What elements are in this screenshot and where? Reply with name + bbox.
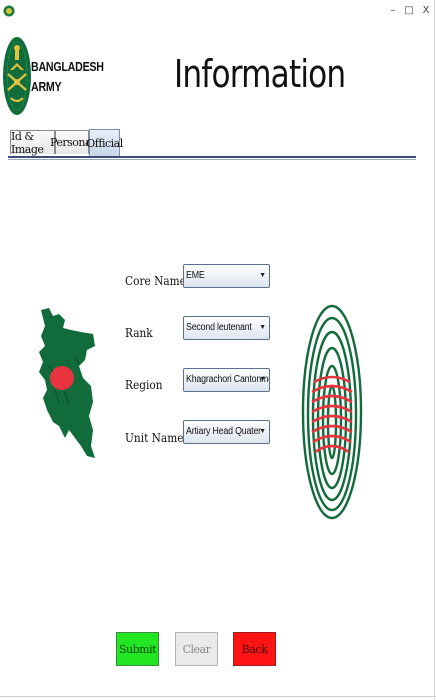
application-window: – □ X BANGLADESH ARMY Information Id & I… <box>0 0 436 700</box>
rank-select[interactable]: Second leutenant ▼ <box>183 316 270 340</box>
rank-value: Second leutenant <box>186 322 252 333</box>
clear-button[interactable]: Clear <box>175 632 218 666</box>
region-value: Khagrachori Cantonment <box>186 374 269 385</box>
core-name-select[interactable]: EME ▼ <box>183 264 270 288</box>
page-title: Information <box>174 52 346 96</box>
chevron-down-icon: ▼ <box>259 324 266 331</box>
minimize-button[interactable]: – <box>385 3 401 19</box>
army-emblem-icon <box>3 37 31 115</box>
unit-name-value: Artiary Head Quater <box>186 426 261 437</box>
organization-name: BANGLADESH ARMY <box>31 59 104 94</box>
region-label: Region <box>125 378 163 392</box>
bangladesh-map-icon <box>39 308 95 458</box>
close-button[interactable]: X <box>418 3 434 19</box>
rank-label: Rank <box>125 326 153 340</box>
window-right-border <box>434 0 435 700</box>
fingerprint-flag-icon <box>301 304 363 520</box>
title-bar: – □ X <box>0 0 436 24</box>
submit-button[interactable]: Submit <box>116 632 159 666</box>
circle-logo-icon <box>3 5 15 17</box>
tab-personal[interactable]: Personal <box>50 130 95 154</box>
unit-name-label: Unit Name <box>125 431 184 445</box>
tab-divider <box>8 156 416 158</box>
tab-official[interactable]: Official <box>86 129 123 156</box>
chevron-down-icon: ▼ <box>259 376 266 383</box>
maximize-button[interactable]: □ <box>401 3 417 19</box>
region-select[interactable]: Khagrachori Cantonment ▼ <box>183 368 270 392</box>
chevron-down-icon: ▼ <box>259 272 266 279</box>
tab-id-and-image[interactable]: Id & Image <box>10 130 55 156</box>
chevron-down-icon: ▼ <box>259 428 266 435</box>
tab-divider-shadow <box>8 159 416 160</box>
back-button[interactable]: Back <box>233 632 276 666</box>
core-name-value: EME <box>186 270 205 281</box>
unit-name-select[interactable]: Artiary Head Quater ▼ <box>183 420 270 444</box>
window-bottom-border <box>0 696 436 697</box>
core-name-label: Core Name <box>125 274 186 288</box>
